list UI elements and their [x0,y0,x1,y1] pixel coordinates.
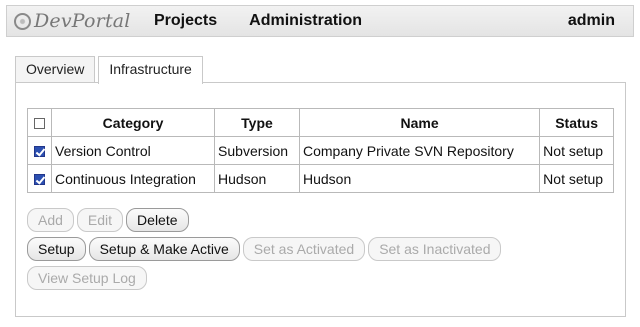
tab-overview[interactable]: Overview [15,56,96,83]
cell-name: Hudson [298,164,541,193]
devportal-logo[interactable]: DevPortal [14,10,154,32]
edit-button[interactable]: Edit [76,208,124,232]
delete-button[interactable]: Delete [126,208,189,232]
view-setup-log-button[interactable]: View Setup Log [27,266,147,290]
top-navigation-bar: DevPortal Projects Administration admin [6,5,634,37]
infrastructure-panel: Category Type Name Status Version Contro… [15,82,626,317]
user-menu-admin[interactable]: admin [568,12,615,30]
logo-icon [14,12,31,30]
cell-status: Not setup [539,164,614,193]
tab-bar: Overview Infrastructure [15,56,206,84]
column-header-status[interactable]: Status [539,108,614,137]
setup-button-row: Setup Setup & Make Active Set as Activat… [27,237,504,261]
logo-text: DevPortal [34,10,131,32]
cell-category: Version Control [50,136,216,165]
add-button[interactable]: Add [27,208,74,232]
select-all-checkbox[interactable] [34,118,45,130]
cell-category: Continuous Integration [50,164,216,193]
column-header-category[interactable]: Category [50,108,216,137]
setup-make-active-button[interactable]: Setup & Make Active [88,237,240,261]
log-button-row: View Setup Log [27,266,150,290]
table-header-row: Category Type Name Status [27,108,614,137]
column-header-name[interactable]: Name [298,108,541,137]
cell-name: Company Private SVN Repository [298,136,541,165]
row-checkbox[interactable] [34,146,45,158]
crud-button-row: Add Edit Delete [27,208,192,232]
nav-administration[interactable]: Administration [249,12,362,30]
set-inactivated-button[interactable]: Set as Inactivated [368,237,502,261]
cell-type: Subversion [214,136,300,165]
row-checkbox-cell [27,164,52,193]
table-row[interactable]: Version Control Subversion Company Priva… [27,136,614,165]
set-activated-button[interactable]: Set as Activated [242,237,366,261]
column-header-type[interactable]: Type [214,108,300,137]
nav-projects[interactable]: Projects [154,12,217,30]
cell-status: Not setup [539,136,614,165]
row-checkbox-cell [27,136,52,165]
select-all-cell [27,108,52,137]
cell-type: Hudson [214,164,300,193]
tab-infrastructure[interactable]: Infrastructure [98,56,203,84]
row-checkbox[interactable] [34,174,45,186]
table-row[interactable]: Continuous Integration Hudson Hudson Not… [27,164,614,193]
setup-button[interactable]: Setup [27,237,86,261]
infrastructure-table: Category Type Name Status Version Contro… [27,108,614,193]
